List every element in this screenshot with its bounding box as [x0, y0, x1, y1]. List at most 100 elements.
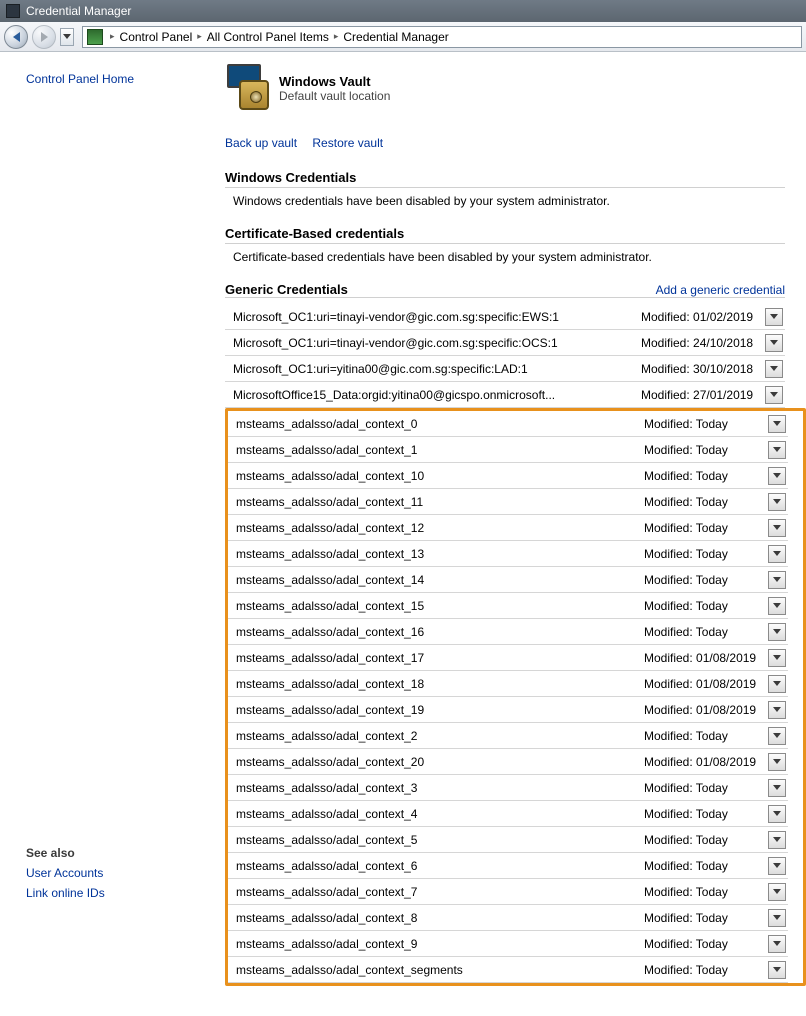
credential-row[interactable]: msteams_adalsso/adal_context_16Modified:…: [228, 619, 788, 645]
credential-modified: Modified: Today: [644, 599, 762, 613]
expand-button[interactable]: [768, 597, 786, 615]
user-accounts-link[interactable]: User Accounts: [26, 866, 209, 880]
app-icon: [6, 4, 20, 18]
expand-button[interactable]: [765, 308, 783, 326]
credential-row[interactable]: msteams_adalsso/adal_context_13Modified:…: [228, 541, 788, 567]
chevron-down-icon: [770, 392, 778, 397]
expand-button[interactable]: [768, 493, 786, 511]
chevron-down-icon: [773, 967, 781, 972]
generic-credentials-list-highlighted: msteams_adalsso/adal_context_0Modified: …: [228, 411, 788, 983]
control-panel-home-link[interactable]: Control Panel Home: [26, 72, 209, 86]
credential-modified: Modified: Today: [644, 495, 762, 509]
credential-row[interactable]: msteams_adalsso/adal_context_8Modified: …: [228, 905, 788, 931]
credential-modified: Modified: 01/08/2019: [644, 703, 762, 717]
window-titlebar: Credential Manager: [0, 0, 806, 22]
expand-button[interactable]: [765, 360, 783, 378]
credential-row[interactable]: msteams_adalsso/adal_context_14Modified:…: [228, 567, 788, 593]
navigation-bar: ▸ Control Panel ▸ All Control Panel Item…: [0, 22, 806, 52]
credential-name: msteams_adalsso/adal_context_8: [236, 911, 644, 925]
cert-credentials-title: Certificate-Based credentials: [225, 226, 806, 241]
credential-row[interactable]: msteams_adalsso/adal_context_5Modified: …: [228, 827, 788, 853]
credential-row[interactable]: msteams_adalsso/adal_context_10Modified:…: [228, 463, 788, 489]
section-divider: [225, 243, 785, 244]
expand-button[interactable]: [765, 386, 783, 404]
credential-name: msteams_adalsso/adal_context_2: [236, 729, 644, 743]
credential-row[interactable]: msteams_adalsso/adal_context_17Modified:…: [228, 645, 788, 671]
expand-button[interactable]: [768, 701, 786, 719]
highlighted-credentials: msteams_adalsso/adal_context_0Modified: …: [225, 408, 806, 986]
breadcrumb-item[interactable]: All Control Panel Items: [205, 30, 331, 44]
credential-row[interactable]: msteams_adalsso/adal_context_19Modified:…: [228, 697, 788, 723]
backup-vault-link[interactable]: Back up vault: [225, 136, 297, 150]
chevron-down-icon: [773, 785, 781, 790]
credential-modified: Modified: Today: [644, 911, 762, 925]
expand-button[interactable]: [768, 935, 786, 953]
credential-modified: Modified: Today: [644, 547, 762, 561]
chevron-down-icon: [773, 681, 781, 686]
credential-row[interactable]: msteams_adalsso/adal_context_2Modified: …: [228, 723, 788, 749]
credential-row[interactable]: msteams_adalsso/adal_context_segmentsMod…: [228, 957, 788, 983]
credential-name: msteams_adalsso/adal_context_segments: [236, 963, 644, 977]
credential-modified: Modified: Today: [644, 859, 762, 873]
credential-row[interactable]: msteams_adalsso/adal_context_1Modified: …: [228, 437, 788, 463]
expand-button[interactable]: [768, 545, 786, 563]
credential-row[interactable]: MicrosoftOffice15_Data:orgid:yitina00@gi…: [225, 382, 785, 408]
expand-button[interactable]: [768, 883, 786, 901]
expand-button[interactable]: [768, 441, 786, 459]
credential-modified: Modified: Today: [644, 469, 762, 483]
arrow-left-icon: [13, 32, 20, 42]
credential-modified: Modified: 01/08/2019: [644, 755, 762, 769]
expand-button[interactable]: [768, 571, 786, 589]
breadcrumb-item[interactable]: Credential Manager: [341, 30, 450, 44]
credential-row[interactable]: msteams_adalsso/adal_context_18Modified:…: [228, 671, 788, 697]
history-dropdown[interactable]: [60, 28, 74, 46]
chevron-down-icon: [773, 551, 781, 556]
address-bar[interactable]: ▸ Control Panel ▸ All Control Panel Item…: [82, 26, 802, 48]
expand-button[interactable]: [768, 961, 786, 979]
expand-button[interactable]: [768, 779, 786, 797]
link-online-ids-link[interactable]: Link online IDs: [26, 886, 209, 900]
credential-modified: Modified: Today: [644, 521, 762, 535]
breadcrumb-item[interactable]: Control Panel: [118, 30, 195, 44]
credential-row[interactable]: msteams_adalsso/adal_context_15Modified:…: [228, 593, 788, 619]
credential-row[interactable]: msteams_adalsso/adal_context_0Modified: …: [228, 411, 788, 437]
chevron-down-icon: [770, 340, 778, 345]
credential-row[interactable]: msteams_adalsso/adal_context_7Modified: …: [228, 879, 788, 905]
credential-name: msteams_adalsso/adal_context_10: [236, 469, 644, 483]
credential-row[interactable]: msteams_adalsso/adal_context_20Modified:…: [228, 749, 788, 775]
expand-button[interactable]: [768, 519, 786, 537]
windows-credentials-title: Windows Credentials: [225, 170, 806, 185]
credential-row[interactable]: Microsoft_OC1:uri=yitina00@gic.com.sg:sp…: [225, 356, 785, 382]
expand-button[interactable]: [768, 805, 786, 823]
restore-vault-link[interactable]: Restore vault: [312, 136, 383, 150]
credential-row[interactable]: Microsoft_OC1:uri=tinayi-vendor@gic.com.…: [225, 330, 785, 356]
credential-row[interactable]: msteams_adalsso/adal_context_6Modified: …: [228, 853, 788, 879]
credential-name: msteams_adalsso/adal_context_5: [236, 833, 644, 847]
credential-row[interactable]: msteams_adalsso/adal_context_9Modified: …: [228, 931, 788, 957]
credential-row[interactable]: Microsoft_OC1:uri=tinayi-vendor@gic.com.…: [225, 304, 785, 330]
vault-header: Windows Vault Default vault location: [225, 64, 806, 112]
expand-button[interactable]: [768, 727, 786, 745]
expand-button[interactable]: [768, 909, 786, 927]
credential-row[interactable]: msteams_adalsso/adal_context_4Modified: …: [228, 801, 788, 827]
chevron-down-icon: [773, 473, 781, 478]
credential-name: msteams_adalsso/adal_context_7: [236, 885, 644, 899]
credential-modified: Modified: 01/08/2019: [644, 677, 762, 691]
expand-button[interactable]: [768, 623, 786, 641]
credential-row[interactable]: msteams_adalsso/adal_context_3Modified: …: [228, 775, 788, 801]
back-button[interactable]: [4, 25, 28, 49]
expand-button[interactable]: [768, 753, 786, 771]
credential-row[interactable]: msteams_adalsso/adal_context_11Modified:…: [228, 489, 788, 515]
expand-button[interactable]: [768, 467, 786, 485]
expand-button[interactable]: [768, 675, 786, 693]
expand-button[interactable]: [768, 649, 786, 667]
add-generic-credential-link[interactable]: Add a generic credential: [656, 283, 785, 297]
forward-button[interactable]: [32, 25, 56, 49]
expand-button[interactable]: [768, 831, 786, 849]
cert-credentials-desc: Certificate-based credentials have been …: [233, 250, 806, 264]
expand-button[interactable]: [768, 415, 786, 433]
credential-modified: Modified: Today: [644, 729, 762, 743]
expand-button[interactable]: [765, 334, 783, 352]
credential-row[interactable]: msteams_adalsso/adal_context_12Modified:…: [228, 515, 788, 541]
expand-button[interactable]: [768, 857, 786, 875]
